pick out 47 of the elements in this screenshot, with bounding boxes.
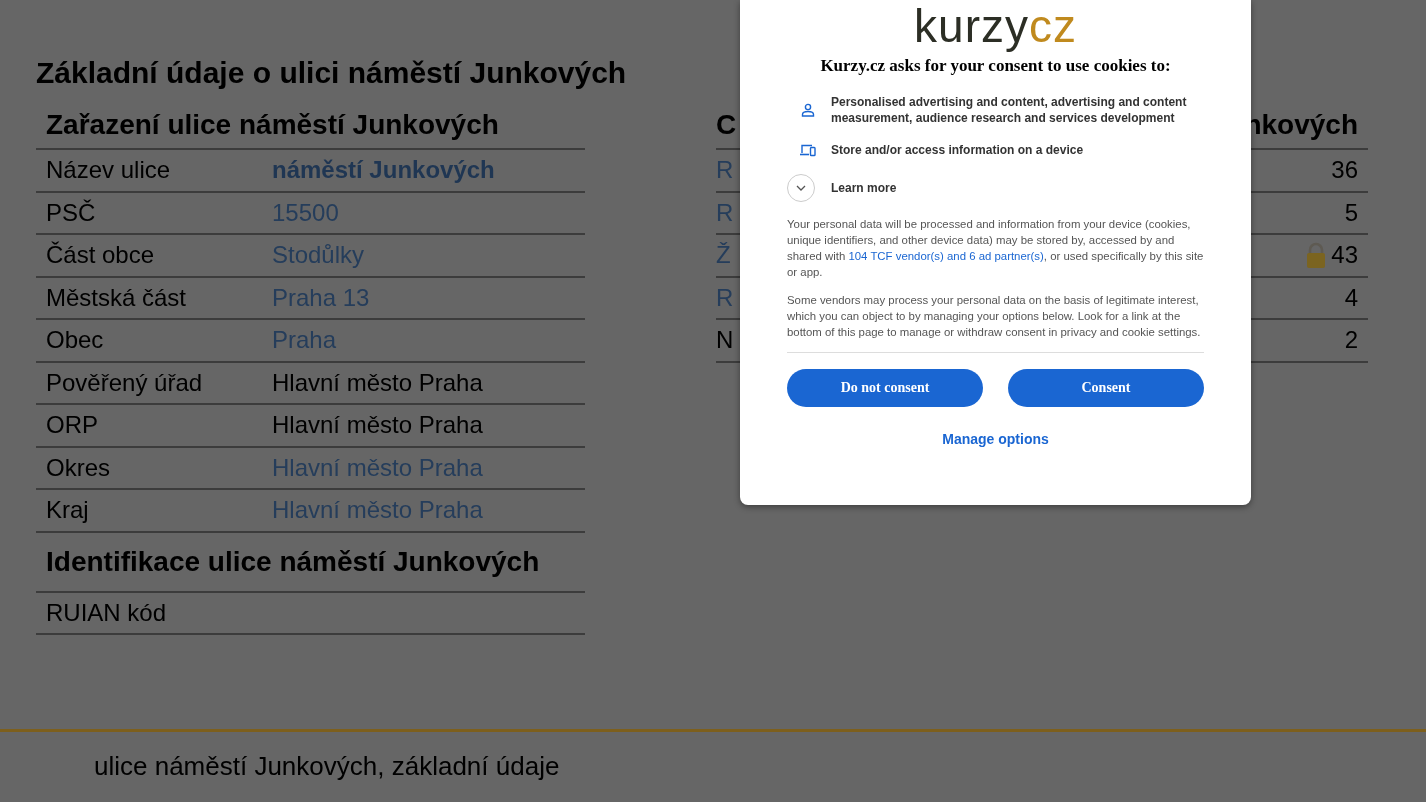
learn-more-link[interactable]: Learn more — [831, 180, 897, 196]
field-label: Název ulice — [46, 156, 172, 185]
row-label[interactable]: R — [716, 198, 734, 227]
field-label: ORP — [46, 411, 99, 440]
row-label[interactable]: R — [716, 156, 734, 185]
field-label: Kraj — [46, 496, 90, 525]
footer-text: ulice náměstí Junkových, základní údaje — [94, 750, 560, 782]
field-value: Hlavní město Praha — [272, 411, 483, 440]
count-value: 2 — [1344, 326, 1358, 355]
field-label: Pověřený úřad — [46, 368, 204, 397]
row-label: N — [716, 326, 734, 355]
field-label: RUIAN kód — [46, 598, 168, 627]
field-value[interactable]: 15500 — [272, 198, 339, 227]
row-label[interactable]: Ž — [716, 241, 731, 270]
section-heading: C — [716, 108, 737, 142]
manage-options-link[interactable]: Manage options — [942, 431, 1049, 447]
count-value: 4 — [1344, 283, 1358, 312]
count-value: 36 — [1331, 156, 1358, 185]
field-value[interactable]: Praha — [272, 326, 337, 355]
section-heading: Zařazení ulice náměstí Junkových — [36, 102, 585, 150]
info-paragraph: Some vendors may process your personal data on the basis of legitimate interest, which you can object to by managing your options below. Look for a link at the bottom of this page to manage or withdraw consent in privacy and cookie settings. — [787, 293, 1202, 340]
field-value[interactable]: náměstí Junkových — [272, 156, 495, 185]
purpose-text: Personalised advertising and content, advertising and content measurement, audience research and services development — [831, 94, 1188, 126]
count-value: 5 — [1344, 198, 1358, 227]
decline-button[interactable]: Do not consent — [787, 369, 983, 407]
field-value[interactable]: Hlavní město Praha — [272, 453, 483, 482]
field-value: Hlavní město Praha — [272, 368, 483, 397]
field-label: Okres — [46, 453, 111, 482]
consent-button[interactable]: Consent — [1008, 369, 1204, 407]
field-label: Část obce — [46, 241, 156, 270]
chevron-down-icon — [796, 185, 806, 191]
row-label[interactable]: R — [716, 283, 734, 312]
field-value[interactable]: Hlavní město Praha — [272, 496, 483, 525]
field-label: Městská část — [46, 283, 188, 312]
field-label: Obec — [46, 326, 105, 355]
expand-button[interactable] — [787, 174, 815, 202]
vendors-link[interactable]: 104 TCF vendor(s) and 6 ad partner(s) — [848, 250, 1044, 262]
count-value: 43 — [1331, 241, 1358, 270]
field-value[interactable]: Praha 13 — [272, 283, 370, 312]
field-label: PSČ — [46, 198, 97, 227]
field-value[interactable]: Stodůlky — [272, 241, 365, 270]
info-paragraph: Your personal data will be processed and information from your device (cookies, unique identifiers, and other device data) may be stored by, accessed by and shared with 104 TCF vendor(s) and 6 ad partner(s), or used specifically by this site or app. — [787, 217, 1204, 280]
logo: kurzycz — [914, 0, 1077, 52]
purpose-text: Store and/or access information on a device — [831, 142, 1084, 158]
dialog-title: Kurzy.cz asks for your consent to use cookies to: — [819, 56, 1172, 76]
section-heading: Identifikace ulice náměstí Junkových — [36, 532, 585, 593]
page-title: Základní údaje o ulici náměstí Junkových — [36, 55, 627, 91]
